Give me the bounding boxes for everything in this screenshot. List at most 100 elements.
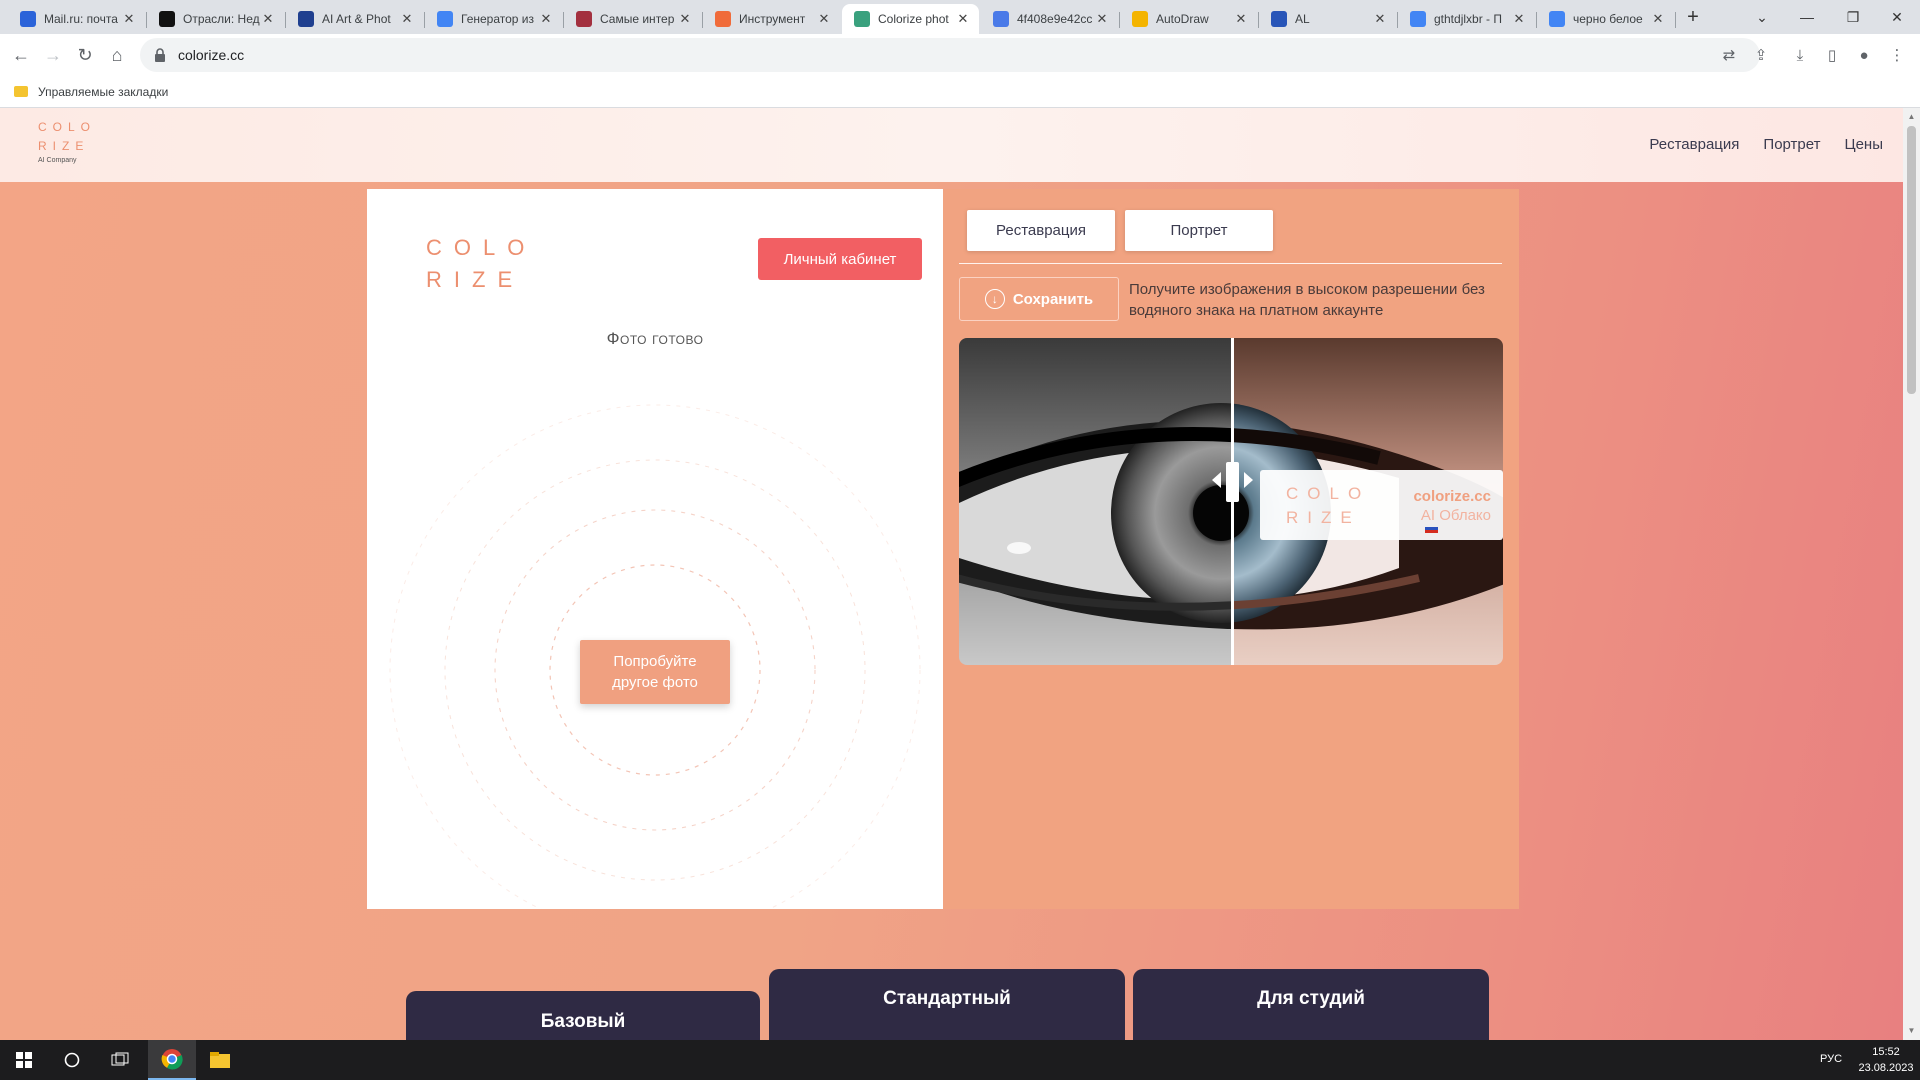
watermark-cloud-label: AI Облако — [1420, 507, 1491, 524]
close-tab-icon[interactable]: ✕ — [260, 11, 276, 27]
download-icon[interactable]: ⤓ — [1791, 46, 1809, 64]
share-icon[interactable]: ⇪ — [1752, 46, 1770, 64]
browser-tab[interactable]: 4f408e9e42cc ✕ — [981, 4, 1118, 34]
tab-title: AutoDraw — [1156, 12, 1209, 26]
home-icon[interactable]: ⌂ — [105, 43, 129, 67]
bookmarks-bar: Управляемые закладки — [0, 76, 1920, 108]
browser-tab[interactable]: Mail.ru: почта ✕ — [8, 4, 145, 34]
plan-studio-title: Для студий — [1257, 988, 1365, 1009]
browser-tab[interactable]: gthtdjlxbr - П ✕ — [1398, 4, 1535, 34]
close-tab-icon[interactable]: ✕ — [955, 11, 971, 27]
close-tab-icon[interactable]: ✕ — [677, 11, 693, 27]
browser-tab[interactable]: Инструмент ✕ — [703, 4, 840, 34]
site-logo[interactable]: COLO RIZE AI Company — [38, 118, 96, 166]
plan-standard[interactable]: Стандартный — [769, 969, 1125, 1040]
rb-icon — [576, 11, 592, 27]
close-tab-icon[interactable]: ✕ — [538, 11, 554, 27]
close-tab-icon[interactable]: ✕ — [1650, 11, 1666, 27]
tab-portrait[interactable]: Портрет — [1125, 210, 1273, 251]
nav-restoration[interactable]: Реставрация — [1649, 136, 1739, 153]
download-circle-icon: ↓ — [984, 289, 1005, 309]
scroll-up-icon[interactable]: ▲ — [1907, 112, 1916, 121]
managed-bookmarks[interactable]: Управляемые закладки — [38, 85, 168, 99]
browser-tab[interactable]: Отрасли: Нед ✕ — [147, 4, 284, 34]
tab-title: Отрасли: Нед — [183, 12, 260, 26]
try-button-line-1: Попробуйте — [613, 653, 697, 670]
url-text: colorize.cc — [178, 47, 245, 63]
browser-tab[interactable]: AI Art & Phot ✕ — [286, 4, 423, 34]
plan-basic[interactable]: Базовый — [406, 991, 760, 1040]
tab-title: Генератор из — [461, 12, 535, 26]
dashed-circles-decoration — [389, 404, 921, 909]
plan-standard-title: Стандартный — [883, 988, 1011, 1009]
panel-divider — [959, 263, 1502, 264]
clock-time: 15:52 — [1872, 1046, 1900, 1058]
clock[interactable]: 15:52 23.08.2023 — [1856, 1044, 1916, 1076]
before-after-comparison[interactable]: COLO RIZE colorize.cc AI Облако — [959, 338, 1503, 665]
plan-basic-title: Базовый — [540, 1011, 626, 1032]
browser-tab[interactable]: AutoDraw ✕ — [1120, 4, 1257, 34]
arrow-right-icon — [1244, 472, 1253, 488]
file-explorer-icon[interactable] — [196, 1040, 244, 1080]
watermark-logo-line-2: RIZE — [1286, 508, 1361, 527]
close-tab-icon[interactable]: ✕ — [1233, 11, 1249, 27]
browser-tab[interactable]: Colorize phot ✕ — [842, 4, 979, 34]
tab-title: gthtdjlxbr - П — [1434, 12, 1502, 26]
browser-tab[interactable]: Генератор из ✕ — [425, 4, 562, 34]
reload-icon[interactable]: ↻ — [73, 43, 97, 67]
browser-tab[interactable]: черно белое ✕ — [1537, 4, 1674, 34]
new-tab-button[interactable]: + — [1678, 0, 1708, 34]
close-tab-icon[interactable]: ✕ — [399, 11, 415, 27]
lock-icon — [155, 48, 165, 62]
tab-separator — [1675, 12, 1676, 28]
browser-tab[interactable]: Самые интер ✕ — [564, 4, 701, 34]
tab-title: Самые интер — [600, 12, 675, 26]
menu-icon[interactable]: ⋮ — [1888, 46, 1906, 64]
task-view-icon[interactable] — [96, 1040, 144, 1080]
close-tab-icon[interactable]: ✕ — [1372, 11, 1388, 27]
google-icon — [1549, 11, 1565, 27]
tab-strip: Mail.ru: почта ✕ Отрасли: Нед ✕ AI Art & Pho… — [0, 0, 1920, 34]
result-panel: Реставрация Портрет ↓ Сохранить Получите… — [943, 189, 1519, 909]
scrollbar-thumb[interactable] — [1907, 126, 1916, 394]
browser-tab[interactable]: AL ✕ — [1259, 4, 1396, 34]
search-icon[interactable] — [48, 1040, 96, 1080]
slider-knob[interactable] — [1226, 462, 1239, 502]
forward-icon[interactable]: → — [41, 43, 65, 67]
close-tab-icon[interactable]: ✕ — [121, 11, 137, 27]
logo-line-2: RIZE — [38, 139, 90, 153]
restore-icon[interactable]: ❐ — [1830, 0, 1876, 34]
close-tab-icon[interactable]: ✕ — [1511, 11, 1527, 27]
scroll-down-icon[interactable]: ▼ — [1907, 1026, 1916, 1035]
address-bar[interactable]: colorize.cc — [140, 38, 1760, 72]
arrow-left-icon — [1212, 472, 1221, 488]
close-tab-icon[interactable]: ✕ — [816, 11, 832, 27]
tab-title: черно белое — [1573, 12, 1643, 26]
page-scrollbar[interactable]: ▲ ▼ — [1903, 108, 1920, 1040]
tab-title: 4f408e9e42cc — [1017, 12, 1093, 26]
minimize-icon[interactable]: — — [1784, 0, 1830, 34]
tab-search-icon[interactable]: ⌄ — [1739, 0, 1785, 34]
site-nav: Реставрация Портрет Цены — [1649, 136, 1883, 153]
comparison-slider-handle[interactable] — [1212, 338, 1253, 665]
translate-icon[interactable]: ⇄ — [1720, 46, 1738, 64]
close-tab-icon[interactable]: ✕ — [1094, 11, 1110, 27]
watermark-logo: COLO RIZE — [1286, 482, 1370, 530]
back-icon[interactable]: ← — [9, 43, 33, 67]
logo-line-1: COLO — [38, 120, 97, 134]
nav-portrait[interactable]: Портрет — [1763, 136, 1820, 153]
chrome-taskbar-icon[interactable] — [148, 1040, 196, 1080]
language-indicator[interactable]: РУС — [1820, 1053, 1842, 1065]
windows-start-icon[interactable] — [0, 1040, 48, 1080]
try-another-photo-button[interactable]: Попробуйте другое фото — [580, 640, 730, 704]
profile-icon[interactable]: ● — [1855, 46, 1873, 64]
plan-studio[interactable]: Для студий — [1133, 969, 1489, 1040]
tab-title: Инструмент — [739, 12, 806, 26]
save-button[interactable]: ↓ Сохранить — [959, 277, 1119, 321]
close-window-icon[interactable]: ✕ — [1874, 0, 1920, 34]
tab-restoration[interactable]: Реставрация — [967, 210, 1115, 251]
side-panel-icon[interactable]: ▯ — [1823, 46, 1841, 64]
tab-title: AL — [1295, 12, 1310, 26]
nav-prices[interactable]: Цены — [1844, 136, 1883, 153]
page-viewport: COLO RIZE AI Company Реставрация Портрет… — [0, 108, 1903, 1040]
